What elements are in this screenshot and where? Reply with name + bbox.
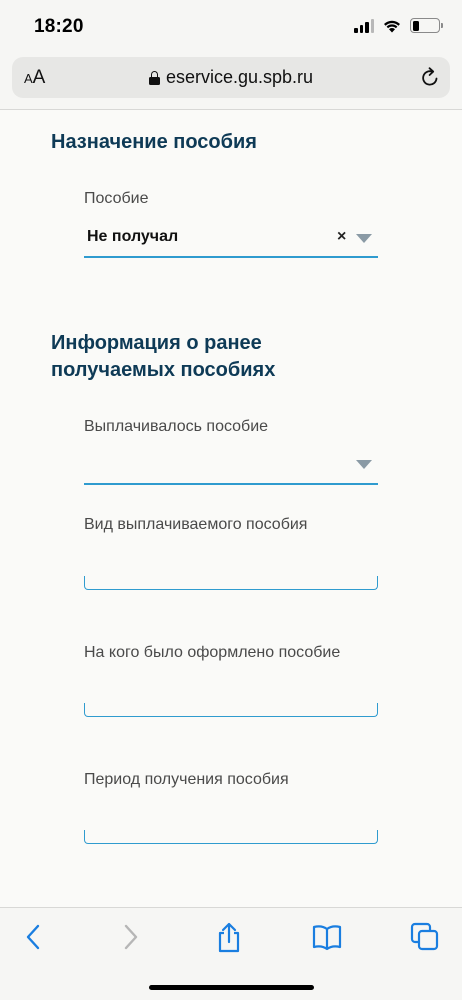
bookmarks-icon[interactable] xyxy=(312,922,342,952)
battery-icon xyxy=(410,18,443,33)
benefit-type-label: Вид выплачиваемого пособия xyxy=(84,516,308,533)
section-title-benefit: Назначение пособия xyxy=(51,131,257,153)
wifi-icon xyxy=(384,20,400,32)
status-indicators xyxy=(354,18,443,33)
paid-benefit-label: Выплачивалось пособие xyxy=(84,418,269,435)
forward-icon[interactable] xyxy=(121,922,141,952)
benefit-recipient-label: На кого было оформлено пособие xyxy=(84,644,341,661)
benefit-period-label: Период получения пособия xyxy=(84,771,289,788)
chevron-down-icon[interactable] xyxy=(356,234,372,243)
benefit-select-underline xyxy=(84,256,378,258)
benefit-period-input[interactable] xyxy=(84,830,378,844)
benefit-recipient-input[interactable] xyxy=(84,703,378,717)
back-icon[interactable] xyxy=(23,922,43,952)
home-indicator xyxy=(149,985,314,990)
chevron-down-icon[interactable] xyxy=(356,460,372,469)
benefit-field-label: Пособие xyxy=(84,190,149,207)
reload-icon[interactable] xyxy=(420,66,440,88)
browser-chrome: 18:20 AA eservice.gu.spb.ru xyxy=(0,0,462,110)
share-icon[interactable] xyxy=(215,922,243,954)
benefit-type-input[interactable] xyxy=(84,576,378,590)
cellular-signal-icon xyxy=(354,18,374,33)
section-title-info-line1: Информация о ранее xyxy=(51,332,262,354)
url-display[interactable]: eservice.gu.spb.ru xyxy=(12,67,450,88)
status-time: 18:20 xyxy=(34,16,84,37)
clear-icon[interactable]: × xyxy=(337,228,346,246)
paid-benefit-underline xyxy=(84,483,378,485)
benefit-select-value[interactable]: Не получал xyxy=(87,228,178,246)
address-bar[interactable]: AA eservice.gu.spb.ru xyxy=(12,57,450,98)
tabs-icon[interactable] xyxy=(410,922,440,952)
lock-icon xyxy=(148,71,160,85)
url-text: eservice.gu.spb.ru xyxy=(165,67,314,87)
section-title-info-line2: получаемых пособиях xyxy=(51,359,276,381)
